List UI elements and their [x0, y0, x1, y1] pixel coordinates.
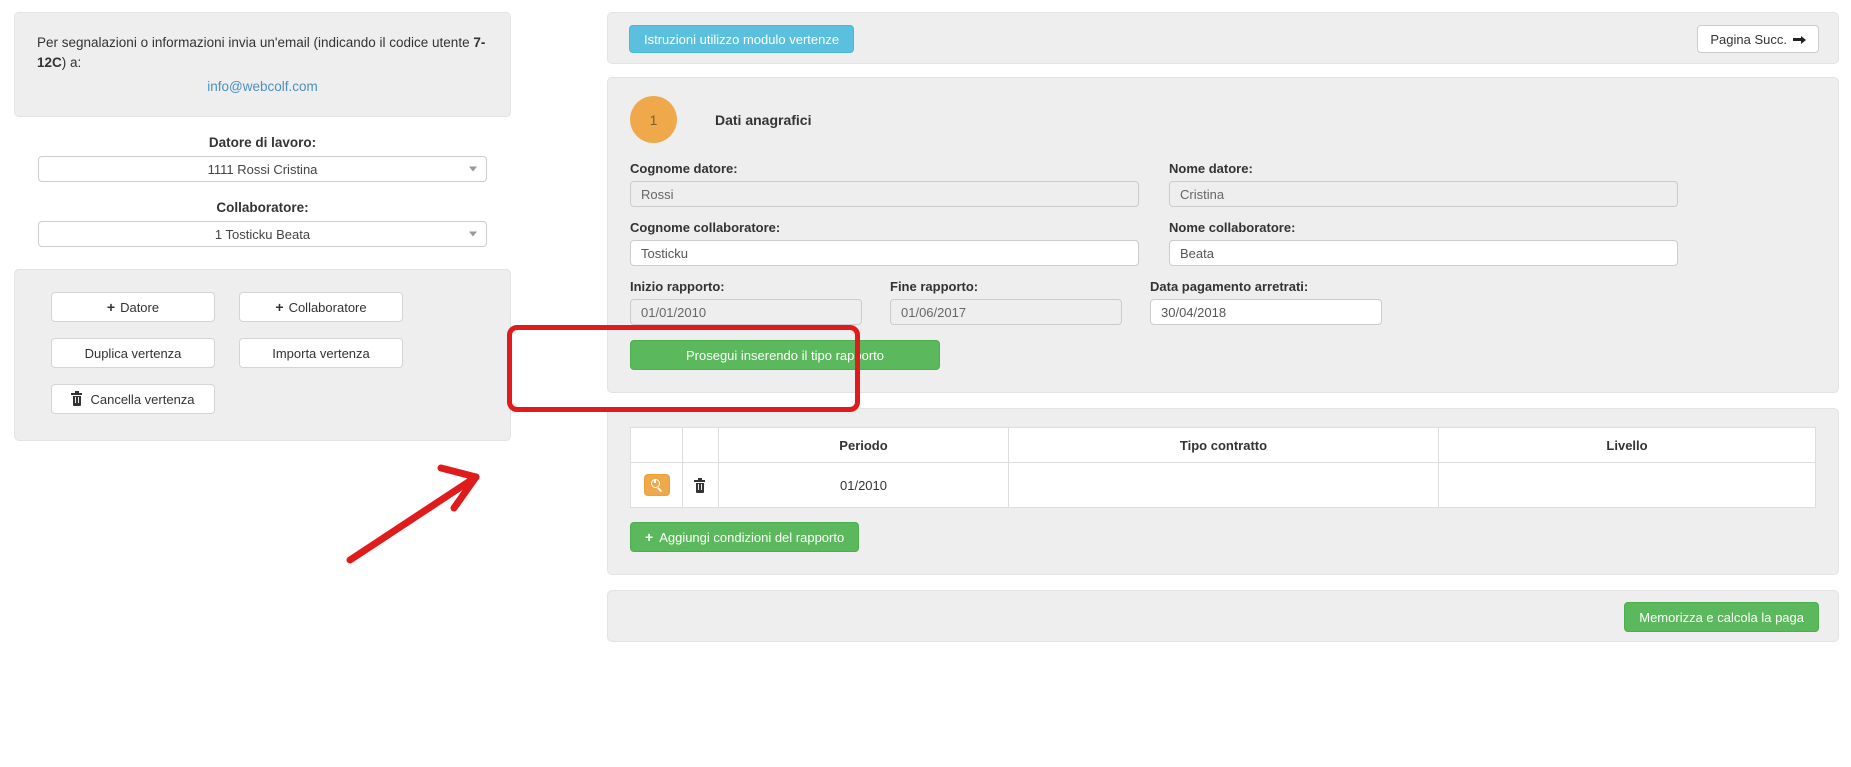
field-cognome-collaboratore: Cognome collaboratore:: [630, 220, 1139, 266]
step-header: 1 Dati anagrafici: [630, 96, 1816, 143]
field-nome-collaboratore: Nome collaboratore:: [1169, 220, 1678, 266]
conditions-table-body: 01/2010: [631, 463, 1816, 508]
add-collaborator-button[interactable]: + Collaboratore: [239, 292, 403, 322]
instructions-button[interactable]: Istruzioni utilizzo modulo vertenze: [629, 25, 854, 53]
magnifier-glyph: [651, 479, 663, 491]
app-page: Per segnalazioni o informazioni invia un…: [0, 0, 1851, 767]
info-text-before: Per segnalazioni o informazioni invia un…: [37, 35, 473, 50]
annotation-arrow: [340, 460, 500, 570]
th-delete: [683, 428, 719, 463]
footer-bar: Memorizza e calcola la paga: [607, 590, 1839, 642]
add-conditions-label: Aggiungi condizioni del rapporto: [659, 530, 844, 545]
inizio-rapporto-label: Inizio rapporto:: [630, 279, 862, 294]
cell-delete: [683, 463, 719, 508]
top-toolbar: Istruzioni utilizzo modulo vertenze Pagi…: [607, 12, 1839, 64]
nome-datore-label: Nome datore:: [1169, 161, 1678, 176]
step-title: Dati anagrafici: [715, 112, 811, 128]
continue-button[interactable]: Prosegui inserendo il tipo rapporto: [630, 340, 940, 370]
conditions-table: Periodo Tipo contratto Livello: [630, 427, 1816, 508]
cell-periodo: 01/2010: [719, 463, 1009, 508]
next-page-button[interactable]: Pagina Succ.: [1697, 25, 1819, 53]
main-content: Istruzioni utilizzo modulo vertenze Pagi…: [607, 12, 1839, 642]
continue-zone: Prosegui inserendo il tipo rapporto: [630, 340, 1816, 370]
save-and-calculate-button[interactable]: Memorizza e calcola la paga: [1624, 602, 1819, 632]
employer-label: Datore di lavoro:: [14, 135, 511, 150]
conditions-table-head: Periodo Tipo contratto Livello: [631, 428, 1816, 463]
info-text: Per segnalazioni o informazioni invia un…: [37, 33, 488, 73]
field-cognome-datore: Cognome datore:: [630, 161, 1139, 207]
cognome-datore-label: Cognome datore:: [630, 161, 1139, 176]
th-actions: [631, 428, 683, 463]
info-text-after: ) a:: [62, 55, 82, 70]
sidebar-actions-panel: + Datore + Collaboratore Duplica vertenz…: [14, 269, 511, 441]
trash-icon[interactable]: [694, 480, 704, 492]
form-row-names-2: Cognome collaboratore: Nome collaborator…: [630, 220, 1816, 266]
field-data-pagamento: Data pagamento arretrati:: [1150, 279, 1382, 325]
form-row-names-1: Cognome datore: Nome datore:: [630, 161, 1816, 207]
field-nome-datore: Nome datore:: [1169, 161, 1678, 207]
email-wrap: info@webcolf.com: [37, 79, 488, 94]
field-fine-rapporto: Fine rapporto:: [890, 279, 1122, 325]
cognome-collaboratore-label: Cognome collaboratore:: [630, 220, 1139, 235]
th-tipo-contratto: Tipo contratto: [1009, 428, 1439, 463]
plus-icon: +: [645, 530, 653, 544]
anagrafica-form-card: 1 Dati anagrafici Cognome datore: Nome d…: [607, 77, 1839, 393]
delete-dispute-button[interactable]: Cancella vertenza: [51, 384, 215, 414]
nome-datore-input[interactable]: [1169, 181, 1678, 207]
import-dispute-button[interactable]: Importa vertenza: [239, 338, 403, 368]
duplicate-dispute-button[interactable]: Duplica vertenza: [51, 338, 215, 368]
employer-select[interactable]: 1111 Rossi Cristina: [38, 156, 487, 182]
cell-actions: [631, 463, 683, 508]
form-row-dates: Inizio rapporto: Fine rapporto: Data pag…: [630, 279, 1816, 325]
add-collaborator-label: Collaboratore: [289, 300, 367, 315]
info-panel: Per segnalazioni o informazioni invia un…: [14, 12, 511, 117]
next-page-label: Pagina Succ.: [1710, 32, 1787, 47]
step-number-badge: 1: [630, 96, 677, 143]
action-row-2: Duplica vertenza Importa vertenza: [51, 338, 474, 368]
sidebar: Per segnalazioni o informazioni invia un…: [14, 12, 511, 441]
data-pagamento-label: Data pagamento arretrati:: [1150, 279, 1382, 294]
cell-livello: [1439, 463, 1816, 508]
nome-collaboratore-input[interactable]: [1169, 240, 1678, 266]
zoom-in-icon[interactable]: [644, 474, 670, 496]
collaborator-label: Collaboratore:: [14, 200, 511, 215]
cognome-datore-input[interactable]: [630, 181, 1139, 207]
inizio-rapporto-input[interactable]: [630, 299, 862, 325]
collaborator-select[interactable]: 1 Tosticku Beata: [38, 221, 487, 247]
conditions-card: Periodo Tipo contratto Livello: [607, 408, 1839, 575]
support-email-link[interactable]: info@webcolf.com: [207, 79, 318, 94]
add-conditions-button[interactable]: + Aggiungi condizioni del rapporto: [630, 522, 859, 552]
table-header-row: Periodo Tipo contratto Livello: [631, 428, 1816, 463]
data-pagamento-input[interactable]: [1150, 299, 1382, 325]
cell-tipo-contratto: [1009, 463, 1439, 508]
add-employer-button[interactable]: + Datore: [51, 292, 215, 322]
action-row-3: Cancella vertenza: [51, 384, 474, 414]
table-row: 01/2010: [631, 463, 1816, 508]
arrow-right-icon: [1793, 34, 1806, 44]
delete-dispute-label: Cancella vertenza: [90, 392, 194, 407]
action-row-1: + Datore + Collaboratore: [51, 292, 474, 322]
th-livello: Livello: [1439, 428, 1816, 463]
nome-collaboratore-label: Nome collaboratore:: [1169, 220, 1678, 235]
trash-icon: [71, 393, 82, 406]
field-inizio-rapporto: Inizio rapporto:: [630, 279, 862, 325]
employer-select-value: 1111 Rossi Cristina: [208, 162, 318, 177]
fine-rapporto-input[interactable]: [890, 299, 1122, 325]
th-periodo: Periodo: [719, 428, 1009, 463]
plus-icon: +: [275, 300, 283, 314]
collaborator-select-value: 1 Tosticku Beata: [215, 227, 310, 242]
plus-icon: +: [107, 300, 115, 314]
cognome-collaboratore-input[interactable]: [630, 240, 1139, 266]
chevron-down-icon: [469, 232, 477, 237]
fine-rapporto-label: Fine rapporto:: [890, 279, 1122, 294]
add-employer-label: Datore: [120, 300, 159, 315]
chevron-down-icon: [469, 167, 477, 172]
